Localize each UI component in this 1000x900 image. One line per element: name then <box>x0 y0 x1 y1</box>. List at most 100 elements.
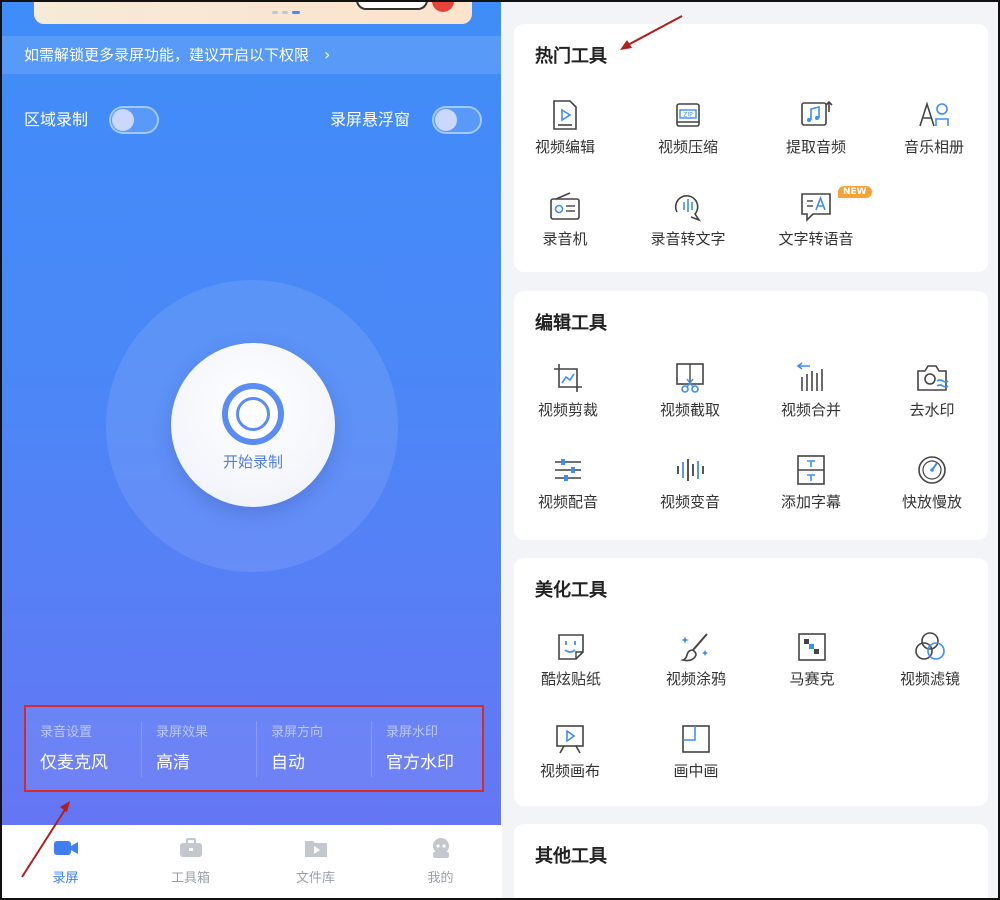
crop-icon <box>554 364 582 392</box>
tab-label: 录屏 <box>52 871 79 886</box>
tool-video-edit[interactable]: 视频编辑 <box>505 98 625 157</box>
folder-video-icon <box>304 841 327 857</box>
tool-label: 录音转文字 <box>650 230 726 248</box>
text-to-speech-icon <box>801 193 831 222</box>
zip-compress-icon: ZIP <box>676 103 700 127</box>
start-record-button[interactable]: 开始录制 <box>171 343 335 507</box>
setting-key: 录屏方向 <box>271 725 324 740</box>
tool-filter[interactable]: 视频滤镜 <box>870 630 990 689</box>
toolbox-icon <box>179 838 202 857</box>
speed-gauge-icon <box>918 456 946 484</box>
tool-graffiti[interactable]: 视频涂鸦 <box>636 630 756 689</box>
canvas-play-icon <box>556 725 584 754</box>
tool-text-to-speech[interactable]: 文字转语音 NEW <box>756 186 876 249</box>
tool-picture-in-picture[interactable]: 画中画 <box>636 722 756 781</box>
section-hot-tools: 热门工具 视频编辑 ZIP 视频压缩 提取音频 音乐相册 录音机 录音转文字 文… <box>514 24 988 272</box>
bottom-tab-bar: 录屏 工具箱 文件库 我的 <box>2 825 502 898</box>
banner-decoration <box>432 2 454 12</box>
record-screen-panel: 如需解锁更多录屏功能，建议开启以下权限 › 区域录制 录屏悬浮窗 开始录制 录音… <box>2 2 502 898</box>
tool-label: 去水印 <box>909 401 955 419</box>
toggle-knob <box>112 109 134 131</box>
permission-notice[interactable]: 如需解锁更多录屏功能，建议开启以下权限 › <box>2 36 502 74</box>
tab-label: 工具箱 <box>170 871 210 886</box>
setting-audio[interactable]: 录音设置 仅麦克风 <box>26 721 141 777</box>
tool-video-crop[interactable]: 视频剪裁 <box>508 361 628 420</box>
top-banner[interactable] <box>34 2 472 24</box>
tool-label: 视频配音 <box>537 493 598 511</box>
tool-label: 酷炫贴纸 <box>540 670 601 688</box>
tool-label: 视频滤镜 <box>899 670 960 688</box>
tab-toolbox[interactable]: 工具箱 <box>128 833 253 886</box>
tool-label: 提取音频 <box>785 138 846 156</box>
screenshot-frame: 如需解锁更多录屏功能，建议开启以下权限 › 区域录制 录屏悬浮窗 开始录制 录音… <box>0 0 1000 900</box>
waveform-icon <box>677 459 704 481</box>
tool-sticker[interactable]: 酷炫贴纸 <box>511 630 631 689</box>
tool-label: 马赛克 <box>789 670 835 688</box>
subtitle-icon <box>797 455 825 485</box>
setting-key: 录屏效果 <box>156 725 209 740</box>
tool-label: 视频压缩 <box>657 138 718 156</box>
scissors-icon <box>676 363 704 393</box>
region-record-label: 区域录制 <box>24 110 89 129</box>
tool-label: 视频涂鸦 <box>665 670 726 688</box>
tool-label: 录音机 <box>542 230 588 248</box>
record-settings-bar: 录音设置 仅麦克风 录屏效果 高清 录屏方向 自动 录屏水印 官方水印 <box>24 705 484 792</box>
sticker-face-icon <box>558 634 584 660</box>
tool-video-merge[interactable]: 视频合并 <box>751 361 871 420</box>
setting-value: 自动 <box>271 753 305 773</box>
tool-label: 音乐相册 <box>903 138 964 156</box>
setting-value: 仅麦克风 <box>40 753 108 773</box>
tool-video-canvas[interactable]: 视频画布 <box>510 722 630 781</box>
tool-add-subtitle[interactable]: 添加字幕 <box>751 453 871 512</box>
setting-orientation[interactable]: 录屏方向 自动 <box>256 721 371 777</box>
banner-pager <box>272 11 300 14</box>
setting-value: 高清 <box>156 753 190 773</box>
tool-label: 视频截取 <box>659 401 720 419</box>
mosaic-icon <box>798 633 826 661</box>
tab-profile[interactable]: 我的 <box>378 833 502 886</box>
new-badge: NEW <box>838 186 872 198</box>
tool-video-dubbing[interactable]: 视频配音 <box>508 453 628 512</box>
setting-quality[interactable]: 录屏效果 高清 <box>141 721 256 777</box>
tool-video-compress[interactable]: ZIP 视频压缩 <box>628 98 748 157</box>
record-icon <box>222 383 284 445</box>
tool-speed[interactable]: 快放慢放 <box>872 453 992 512</box>
tab-label: 我的 <box>427 871 454 886</box>
tool-remove-watermark[interactable]: 去水印 <box>872 361 992 420</box>
tool-recorder[interactable]: 录音机 <box>505 190 625 249</box>
section-title: 其他工具 <box>535 846 607 867</box>
setting-watermark[interactable]: 录屏水印 官方水印 <box>371 721 486 777</box>
region-record-toggle[interactable] <box>109 106 159 134</box>
tool-label: 画中画 <box>673 762 719 780</box>
floating-window-toggle[interactable] <box>432 106 482 134</box>
permission-notice-text: 如需解锁更多录屏功能，建议开启以下权限 <box>24 46 310 64</box>
svg-text:ZIP: ZIP <box>683 112 693 119</box>
speech-to-text-icon <box>674 195 702 222</box>
tool-mosaic[interactable]: 马赛克 <box>752 630 872 689</box>
section-title: 编辑工具 <box>535 313 607 334</box>
tool-label: 视频画布 <box>539 762 600 780</box>
tool-video-clip[interactable]: 视频截取 <box>630 361 750 420</box>
toggle-knob <box>435 109 457 131</box>
extract-audio-icon <box>801 100 833 126</box>
setting-key: 录屏水印 <box>386 725 439 740</box>
video-edit-icon <box>553 100 577 130</box>
tool-speech-to-text[interactable]: 录音转文字 <box>628 190 748 249</box>
picture-in-picture-icon <box>682 725 710 753</box>
section-title: 美化工具 <box>535 580 607 601</box>
setting-value: 官方水印 <box>386 753 454 773</box>
setting-key: 录音设置 <box>40 725 93 740</box>
tab-files[interactable]: 文件库 <box>253 833 378 886</box>
tab-record[interactable]: 录屏 <box>3 833 128 886</box>
tool-label: 视频合并 <box>780 401 841 419</box>
tool-label: 视频编辑 <box>534 138 595 156</box>
banner-button[interactable] <box>356 2 428 10</box>
start-record-label: 开始录制 <box>222 453 283 471</box>
tool-music-album[interactable]: 音乐相册 <box>874 98 994 157</box>
tool-label: 视频变音 <box>659 493 720 511</box>
tool-voice-change[interactable]: 视频变音 <box>630 453 750 512</box>
video-camera-icon <box>53 841 78 855</box>
tool-extract-audio[interactable]: 提取音频 <box>756 98 876 157</box>
tool-label: 添加字幕 <box>780 493 841 511</box>
section-beautify-tools: 美化工具 酷炫贴纸 视频涂鸦 马赛克 视频滤镜 视频画布 画中画 <box>514 558 988 806</box>
